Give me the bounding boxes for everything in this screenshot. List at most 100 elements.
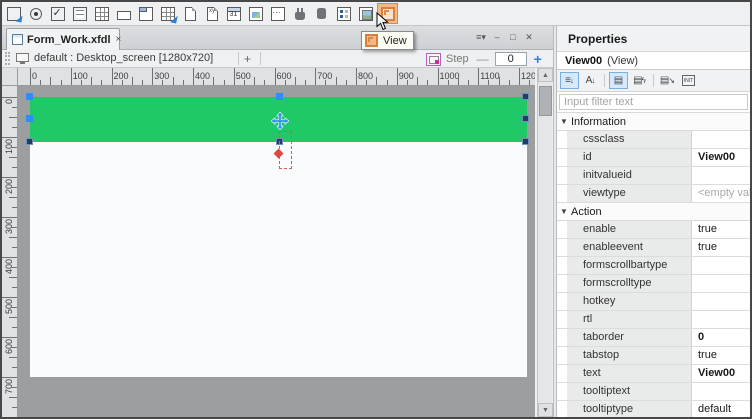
resize-handle-bottom-right[interactable] [522, 138, 529, 145]
property-value[interactable]: true [692, 221, 750, 238]
property-value[interactable] [692, 383, 750, 400]
property-row-id[interactable]: idView00 [557, 149, 750, 167]
separator [238, 52, 239, 65]
add-layout-button[interactable]: + [244, 52, 251, 66]
property-value[interactable]: View00 [692, 365, 750, 382]
property-value[interactable]: default [692, 401, 750, 417]
tab-close-icon[interactable]: × [116, 34, 122, 45]
step-increase-button[interactable]: + [534, 51, 542, 67]
radio-tool-button[interactable] [25, 3, 46, 24]
design-surface[interactable] [18, 86, 535, 417]
close-document-button[interactable]: ✕ [523, 31, 535, 44]
property-row-tooltiptext[interactable]: tooltiptext [557, 383, 750, 401]
property-value[interactable] [692, 311, 750, 328]
plugin-tool-button[interactable] [289, 3, 310, 24]
ruler-tick [81, 80, 82, 85]
progressbar-tool-button[interactable] [311, 3, 332, 24]
form-layout-bar: default : Desktop_screen [1280x720] + St… [2, 50, 553, 68]
ruler-tick [193, 68, 194, 85]
resize-handle-bottom-left[interactable] [26, 138, 33, 145]
show-properties-button[interactable]: ▤ [609, 72, 628, 89]
step-value-input[interactable] [495, 52, 527, 66]
ruler-tick [9, 397, 17, 398]
ruler-tick [12, 247, 17, 248]
tab-tool-button[interactable] [135, 3, 156, 24]
layout-target-label[interactable]: default : Desktop_screen [1280x720] [34, 52, 213, 64]
show-events-button[interactable]: ▤ϟ [630, 72, 649, 89]
ruler-tick [9, 317, 17, 318]
grid-tool-button[interactable] [91, 3, 112, 24]
page-tool-button[interactable] [179, 3, 200, 24]
imageviewer-tool-button[interactable] [245, 3, 266, 24]
property-value[interactable]: View00 [692, 149, 750, 166]
resize-handle-top-right[interactable] [522, 93, 529, 100]
ruler-tick [162, 80, 163, 85]
property-row-tabstop[interactable]: tabstoptrue [557, 347, 750, 365]
document-tab-form-work[interactable]: Form_Work.xfdl × [6, 28, 120, 50]
resize-handle-mid-right[interactable] [522, 115, 529, 122]
ruler-tick [40, 80, 41, 85]
property-row-enable[interactable]: enabletrue [557, 221, 750, 239]
property-value[interactable] [692, 131, 750, 148]
property-row-formscrollbartype[interactable]: formscrollbartype [557, 257, 750, 275]
maskedit-tool-button[interactable] [201, 3, 222, 24]
property-row-tooltiptype[interactable]: tooltiptypedefault [557, 401, 750, 417]
ruler-tick [12, 147, 17, 148]
property-value[interactable] [692, 257, 750, 274]
select-tool-button[interactable] [3, 3, 24, 24]
listbox-tool-button[interactable] [69, 3, 90, 24]
ruler-tick [234, 68, 235, 85]
property-value[interactable] [692, 275, 750, 292]
init-values-button[interactable]: INIT [679, 72, 698, 89]
sort-categorized-button[interactable]: ≡↓ [560, 72, 579, 89]
property-row-taborder[interactable]: taborder0 [557, 329, 750, 347]
calendar-tool-button[interactable] [223, 3, 244, 24]
property-value[interactable] [692, 167, 750, 184]
property-row-formscrolltype[interactable]: formscrolltype [557, 275, 750, 293]
property-row-viewtype[interactable]: viewtype<empty value> [557, 185, 750, 203]
checkbox-tool-button[interactable] [47, 3, 68, 24]
ruler-tick [468, 80, 469, 85]
property-row-enableevent[interactable]: enableeventtrue [557, 239, 750, 257]
property-value[interactable]: true [692, 347, 750, 364]
property-filter-input[interactable] [559, 94, 748, 110]
design-vertical-scrollbar[interactable]: ▲ ▼ [537, 68, 552, 417]
ruler-tick [2, 137, 17, 138]
resize-handle-mid-left[interactable] [26, 115, 33, 122]
collapse-icon[interactable]: ▼ [557, 207, 571, 216]
drag-grip-icon[interactable] [5, 52, 10, 65]
property-value[interactable]: 0 [692, 329, 750, 346]
property-row-rtl[interactable]: rtl [557, 311, 750, 329]
property-row-text[interactable]: textView00 [557, 365, 750, 383]
grid-select-tool-button[interactable] [157, 3, 178, 24]
property-value[interactable]: true [692, 239, 750, 256]
static-tool-button[interactable] [267, 3, 288, 24]
property-row-hotkey[interactable]: hotkey [557, 293, 750, 311]
property-row-initvalueid[interactable]: initvalueid [557, 167, 750, 185]
step-decrease-button[interactable]: — [477, 52, 489, 66]
move-handle-icon[interactable] [271, 112, 289, 130]
scrollbar-thumb[interactable] [539, 86, 552, 116]
property-row-cssclass[interactable]: cssclass [557, 131, 750, 149]
collapse-icon[interactable]: ▼ [557, 117, 571, 126]
resize-handle-top-center[interactable] [276, 93, 283, 100]
selected-object-row[interactable]: View00 (View) [557, 52, 750, 70]
show-modified-button[interactable]: ▤↘ [658, 72, 677, 89]
resize-handle-top-left[interactable] [26, 93, 33, 100]
restore-button[interactable]: □ [507, 31, 519, 44]
sort-alphabetic-button[interactable]: A↓ [581, 72, 600, 89]
tab-list-menu-button[interactable]: ≡▾ [475, 31, 487, 44]
edit-tool-button[interactable] [113, 3, 134, 24]
section-header-action[interactable]: ▼Action [557, 203, 750, 221]
picture-tool-button[interactable] [355, 3, 376, 24]
scroll-down-icon[interactable]: ▼ [538, 403, 553, 417]
section-header-information[interactable]: ▼Information [557, 113, 750, 131]
property-value[interactable]: <empty value> [692, 185, 750, 202]
ruler-tick [2, 217, 17, 218]
listview-tool-button[interactable] [333, 3, 354, 24]
property-value[interactable] [692, 293, 750, 310]
minimize-button[interactable]: – [491, 31, 503, 44]
selected-object-id: View00 [565, 55, 602, 67]
ruler-tick [438, 68, 439, 85]
scroll-up-icon[interactable]: ▲ [538, 68, 553, 82]
